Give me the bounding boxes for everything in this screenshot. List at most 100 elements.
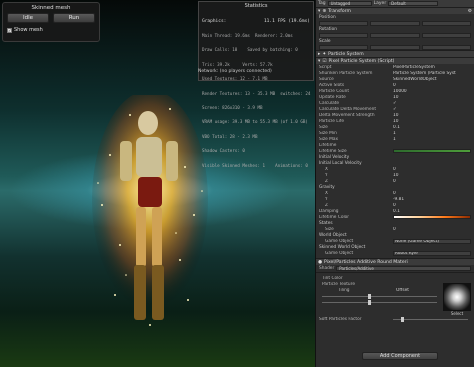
property-label: Source — [319, 76, 334, 82]
stats-line: VRAM usage: 39.3 MB to 55.3 MB (of 1.0 G… — [202, 119, 308, 125]
particle-system-header[interactable]: ▸ ✦ Particle System — [316, 50, 474, 57]
damping-value[interactable]: 0.1 — [393, 209, 471, 214]
particle-system-icon: ✦ — [322, 51, 327, 57]
transform-header[interactable]: ▾ ⊕ Transform ⚙ — [316, 7, 474, 14]
foldout-icon[interactable]: ▸ — [318, 52, 320, 57]
statistics-title: Statistics — [244, 3, 268, 9]
ilv-y-label: Y — [325, 172, 328, 178]
property-value[interactable]: SkinnedWorldObject — [393, 77, 471, 82]
property-row: Shuriken Particle System Particle System … — [316, 70, 474, 76]
shader-label: Shader — [319, 266, 335, 271]
property-value[interactable]: Particle System (Particle Syst — [393, 71, 471, 76]
tint-color-label: Tint Color — [322, 275, 343, 281]
transform-title: Transform — [328, 8, 352, 14]
gravity-z-label: Z — [325, 202, 328, 208]
shader-dropdown[interactable]: Particles/Additive — [336, 266, 471, 271]
add-component-button[interactable]: Add Component — [362, 352, 438, 360]
tag-label: Tag — [318, 1, 326, 6]
material-name: Pixel/Particles Additive Round Materi — [324, 259, 408, 265]
foldout-icon[interactable]: ▾ — [318, 59, 320, 64]
checkbox-icon[interactable]: ✓ — [7, 27, 12, 33]
damping-label: Damping — [319, 208, 339, 214]
pixel-script-header[interactable]: ▾ ☑ Pixel Particle System (Script) — [316, 57, 474, 64]
layer-dropdown[interactable]: Default — [388, 1, 439, 6]
gravity-y-label: Y — [325, 196, 328, 202]
property-value[interactable]: 1 — [393, 137, 471, 142]
property-value[interactable]: 1 — [393, 131, 471, 136]
property-value[interactable]: 10 — [393, 95, 471, 100]
position-fields[interactable] — [319, 20, 471, 26]
world-object-go-label: Game Object — [325, 238, 354, 244]
property-row: Size 0.1 — [316, 124, 474, 130]
layer-label: Layer — [373, 1, 387, 6]
property-value[interactable]: 0 — [393, 83, 471, 88]
fps-value: 11.1 FPS (19.6ms) — [263, 18, 310, 24]
lifetime-size-label: Lifetime Size — [319, 148, 347, 154]
property-label: Size — [319, 124, 328, 130]
particle-system-title: Particle System — [328, 51, 364, 57]
property-row: Size Max 1 — [316, 136, 474, 142]
property-value[interactable]: 10 — [393, 119, 471, 124]
ilv-x-value[interactable]: 0 — [393, 167, 471, 172]
tiling-slider[interactable] — [322, 293, 437, 299]
property-value[interactable]: 10000 — [393, 89, 471, 94]
material-header[interactable]: ● Pixel/Particles Additive Round Materi — [316, 258, 474, 265]
property-label: Active Slots — [319, 82, 345, 88]
property-value[interactable]: 10 — [393, 113, 471, 118]
lifetime-color-label: Lifetime Color — [319, 214, 350, 220]
tiling-label: Tiling — [338, 287, 350, 293]
property-row: Source SkinnedWorldObject — [316, 76, 474, 82]
property-row: Particle Life 10 — [316, 118, 474, 124]
stats-line: Main Thread: 19.6ms Renderer: 2.0ms — [202, 32, 293, 38]
property-label: Delta Movement Strength — [319, 112, 375, 118]
graphics-label: Graphics: — [202, 18, 227, 24]
states-size-value[interactable]: 0 — [393, 227, 471, 232]
show-mesh-toggle[interactable]: ✓ Show mesh — [3, 24, 99, 36]
ilv-y-value[interactable]: 10 — [393, 173, 471, 178]
ilv-z-value[interactable]: 0 — [393, 179, 471, 184]
inspector-panel: Tag Untagged Layer Default ▾ ⊕ Transform… — [315, 0, 474, 367]
property-label: Particle Count — [319, 88, 350, 94]
property-row: Update Rate 10 — [316, 94, 474, 100]
gravity-z-value[interactable]: 0 — [393, 203, 471, 208]
texture-preview[interactable] — [443, 283, 471, 311]
lifetime-color-gradient[interactable] — [393, 215, 471, 219]
property-label: Shuriken Particle System — [319, 70, 373, 76]
scale-fields[interactable] — [319, 44, 471, 50]
scene-view[interactable]: Skinned mesh Idle Run ✓ Show mesh Statis… — [0, 0, 315, 367]
gear-icon[interactable]: ⚙ — [468, 9, 472, 14]
select-texture-button[interactable]: Select — [443, 311, 471, 316]
particle-texture-label: Particle Texture — [322, 281, 355, 287]
property-label: Size Max — [319, 136, 339, 142]
lifetime-size-curve[interactable] — [393, 149, 471, 153]
property-value[interactable]: PixelParticleSystem — [393, 65, 471, 70]
transform-icon: ⊕ — [322, 8, 327, 14]
property-value[interactable]: 0.1 — [393, 125, 471, 130]
gravity-x-label: X — [325, 190, 328, 196]
property-label: Size Min — [319, 130, 337, 136]
lifetime-label: Lifetime — [319, 142, 337, 148]
soft-particles-label: Soft Particles Factor — [319, 316, 362, 322]
stats-line: Draw Calls: 18 Saved by batching: 0 — [202, 47, 298, 53]
world-object-go-field[interactable]: None (Game Object) — [393, 238, 471, 244]
property-row: Particle Count 10000 — [316, 88, 474, 94]
tag-layer-row: Tag Untagged Layer Default — [316, 0, 474, 7]
rotation-fields[interactable] — [319, 32, 471, 38]
gravity-x-value[interactable]: 0 — [393, 191, 471, 196]
gravity-y-value[interactable]: -9.81 — [393, 197, 471, 202]
run-button[interactable]: Run — [53, 13, 95, 23]
property-value[interactable]: ✓ — [393, 101, 471, 106]
ilv-z-label: Z — [325, 178, 328, 184]
property-label: Particle Life — [319, 118, 344, 124]
soft-particles-slider[interactable] — [393, 316, 468, 322]
stats-line: Tris: 39.2k Verts: 57.7k — [202, 61, 273, 67]
stats-line: Used Textures: 12 - 7.1 MB — [202, 76, 268, 82]
offset-slider[interactable] — [322, 299, 437, 305]
foldout-icon[interactable]: ▾ — [318, 9, 320, 14]
skinned-go-field[interactable]: Robot Kyle — [393, 250, 471, 256]
property-row: Calculate Delta Movement ✓ — [316, 106, 474, 112]
property-value[interactable]: ✓ — [393, 107, 471, 112]
script-icon: ☑ — [322, 58, 327, 64]
tag-dropdown[interactable]: Untagged — [327, 1, 372, 6]
idle-button[interactable]: Idle — [7, 13, 49, 23]
